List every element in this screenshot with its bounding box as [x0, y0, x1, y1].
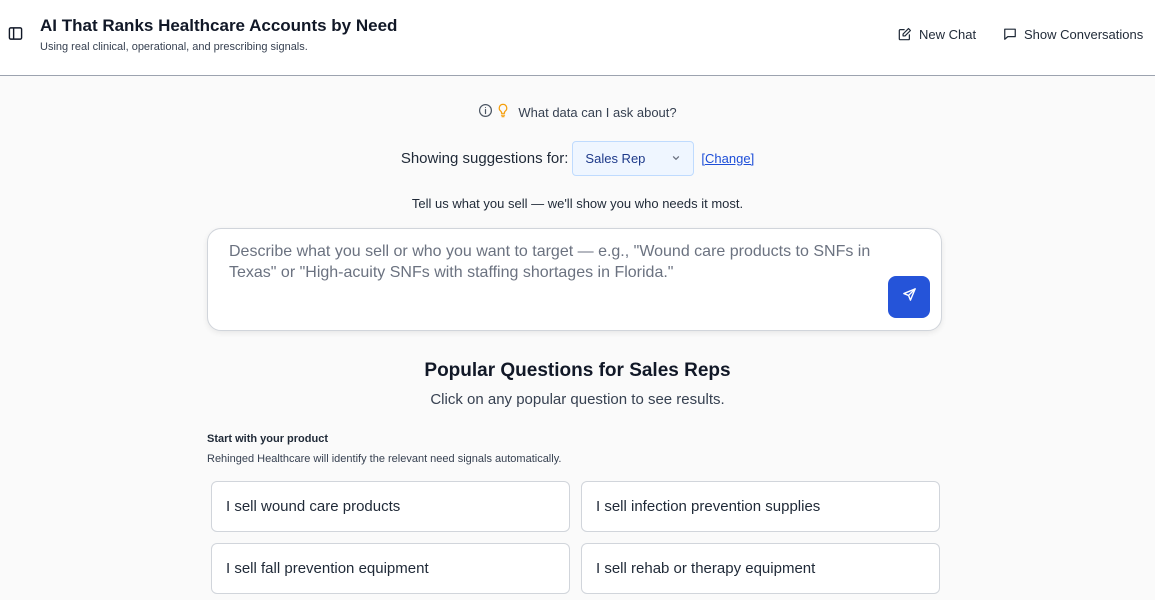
page-title: AI That Ranks Healthcare Accounts by Nee… — [40, 16, 398, 35]
show-conversations-button[interactable]: Show Conversations — [1003, 24, 1143, 44]
data-info-link[interactable]: What data can I ask about? — [0, 103, 1155, 121]
lightbulb-icon — [497, 103, 509, 121]
section-title: Start with your product — [207, 433, 328, 445]
question-card-infection-prevention[interactable]: I sell infection prevention supplies — [581, 481, 940, 532]
chevron-down-icon — [671, 151, 681, 166]
sidebar-toggle-icon[interactable] — [6, 24, 24, 42]
send-icon — [902, 287, 917, 307]
top-header: AI That Ranks Healthcare Accounts by Nee… — [0, 0, 1155, 76]
change-role-link[interactable]: [Change] — [701, 151, 754, 166]
edit-icon — [898, 27, 912, 41]
suggestions-label: Showing suggestions for: — [400, 149, 569, 167]
new-chat-label: New Chat — [919, 26, 977, 42]
data-info-label: What data can I ask about? — [518, 104, 677, 120]
info-circle-icon — [478, 103, 493, 121]
section-description: Rehinged Healthcare will identify the re… — [207, 453, 562, 465]
popular-questions-title: Popular Questions for Sales Reps — [424, 360, 731, 381]
message-square-icon — [1003, 27, 1017, 41]
tagline: Tell us what you sell — we'll show you w… — [411, 196, 744, 211]
page-subtitle: Using real clinical, operational, and pr… — [40, 41, 308, 53]
send-button[interactable] — [888, 276, 930, 318]
role-select-value: Sales Rep — [585, 150, 646, 166]
suggestions-row: Showing suggestions for: Sales Rep [Chan… — [0, 140, 1155, 176]
role-select[interactable]: Sales Rep — [572, 140, 695, 176]
show-conversations-label: Show Conversations — [1024, 26, 1144, 42]
question-card-fall-prevention[interactable]: I sell fall prevention equipment — [211, 543, 570, 594]
new-chat-button[interactable]: New Chat — [898, 24, 976, 44]
question-card-rehab-therapy[interactable]: I sell rehab or therapy equipment — [581, 543, 940, 594]
prompt-container — [207, 228, 942, 331]
popular-questions-subtitle: Click on any popular question to see res… — [430, 391, 725, 408]
question-card-wound-care[interactable]: I sell wound care products — [211, 481, 570, 532]
prompt-input[interactable] — [229, 241, 899, 301]
